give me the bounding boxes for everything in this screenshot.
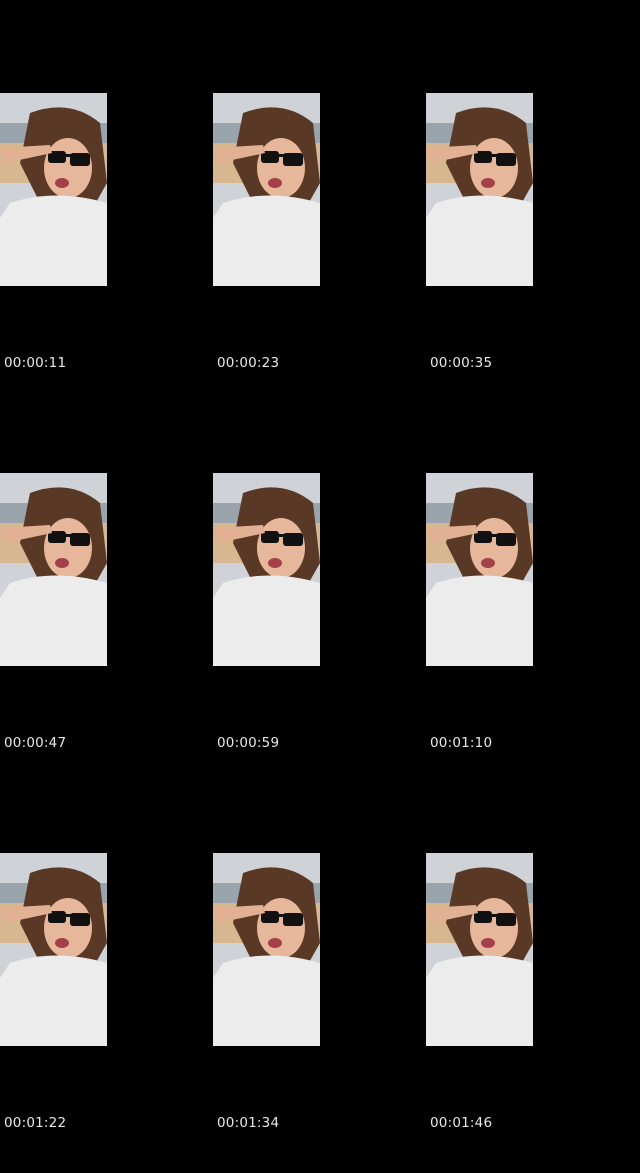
timestamp-label: 00:00:47 bbox=[4, 735, 67, 751]
timestamp-label: 00:01:22 bbox=[4, 1115, 67, 1131]
thumbnail-cell[interactable]: 00:00:11 bbox=[0, 93, 200, 413]
video-frame-thumbnail[interactable] bbox=[213, 473, 320, 666]
thumbnail-cell[interactable]: 00:01:46 bbox=[426, 853, 626, 1173]
timestamp-label: 00:00:35 bbox=[430, 355, 493, 371]
portrait-frame-image bbox=[213, 93, 320, 286]
portrait-frame-image bbox=[426, 93, 533, 286]
portrait-frame-image bbox=[0, 93, 107, 286]
portrait-frame-image bbox=[213, 473, 320, 666]
thumbnail-cell[interactable]: 00:00:59 bbox=[213, 473, 413, 793]
video-frame-thumbnail[interactable] bbox=[213, 93, 320, 286]
thumbnail-cell[interactable]: 00:01:10 bbox=[426, 473, 626, 793]
portrait-frame-image bbox=[213, 853, 320, 1046]
timestamp-label: 00:01:34 bbox=[217, 1115, 280, 1131]
video-frame-thumbnail[interactable] bbox=[0, 93, 107, 286]
thumbnail-grid: 00:00:11 00:00:23 00:00:35 00:00:47 00:0… bbox=[0, 0, 640, 1139]
portrait-frame-image bbox=[426, 473, 533, 666]
video-frame-thumbnail[interactable] bbox=[0, 473, 107, 666]
timestamp-label: 00:00:11 bbox=[4, 355, 67, 371]
video-frame-thumbnail[interactable] bbox=[0, 853, 107, 1046]
thumbnail-cell[interactable]: 00:00:23 bbox=[213, 93, 413, 413]
video-frame-thumbnail[interactable] bbox=[213, 853, 320, 1046]
portrait-frame-image bbox=[426, 853, 533, 1046]
timestamp-label: 00:01:10 bbox=[430, 735, 493, 751]
portrait-frame-image bbox=[0, 853, 107, 1046]
thumbnail-cell[interactable]: 00:00:35 bbox=[426, 93, 626, 413]
video-frame-thumbnail[interactable] bbox=[426, 473, 533, 666]
thumbnail-cell[interactable]: 00:01:34 bbox=[213, 853, 413, 1173]
portrait-frame-image bbox=[0, 473, 107, 666]
video-frame-thumbnail[interactable] bbox=[426, 853, 533, 1046]
thumbnail-cell[interactable]: 00:01:22 bbox=[0, 853, 200, 1173]
video-frame-thumbnail[interactable] bbox=[426, 93, 533, 286]
timestamp-label: 00:01:46 bbox=[430, 1115, 493, 1131]
timestamp-label: 00:00:23 bbox=[217, 355, 280, 371]
thumbnail-cell[interactable]: 00:00:47 bbox=[0, 473, 200, 793]
timestamp-label: 00:00:59 bbox=[217, 735, 280, 751]
